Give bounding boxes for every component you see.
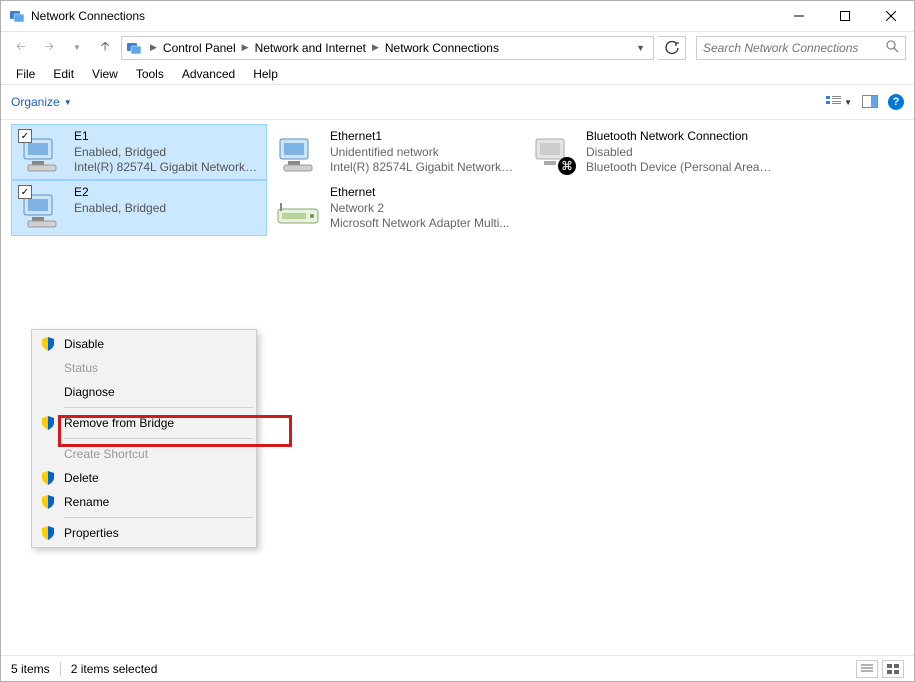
- menu-advanced[interactable]: Advanced: [173, 65, 244, 83]
- connection-tile-ethernet1[interactable]: Ethernet1 Unidentified network Intel(R) …: [267, 124, 523, 180]
- refresh-button[interactable]: [658, 36, 686, 60]
- connection-adapter: Intel(R) 82574L Gigabit Network C...: [330, 160, 516, 175]
- menu-file[interactable]: File: [7, 65, 44, 83]
- connection-list: ✓ E1 Enabled, Bridged Intel(R) 82574L Gi…: [1, 119, 914, 673]
- menu-edit[interactable]: Edit: [44, 65, 83, 83]
- breadcrumb-item[interactable]: Network and Internet: [253, 41, 368, 55]
- ctx-rename[interactable]: Rename: [34, 490, 254, 514]
- tiles-view-button[interactable]: [882, 660, 904, 678]
- nic-icon: [274, 129, 322, 177]
- ctx-disable[interactable]: Disable: [34, 332, 254, 356]
- separator: [64, 438, 253, 439]
- connection-status: Network 2: [330, 201, 509, 217]
- connection-name: Ethernet1: [330, 129, 516, 145]
- search-input[interactable]: [703, 41, 885, 55]
- menubar: File Edit View Tools Advanced Help: [1, 63, 914, 85]
- ctx-label: Remove from Bridge: [64, 416, 174, 430]
- ctx-label: Delete: [64, 471, 99, 485]
- connection-status: Enabled, Bridged: [74, 201, 166, 217]
- address-dropdown[interactable]: ▼: [632, 43, 649, 53]
- chevron-down-icon: ▼: [844, 98, 852, 107]
- view-options-button[interactable]: ▼: [826, 95, 852, 109]
- maximize-button[interactable]: [822, 1, 868, 31]
- ctx-remove-bridge[interactable]: Remove from Bridge: [34, 411, 254, 435]
- ctx-label: Rename: [64, 495, 109, 509]
- ctx-label: Status: [64, 361, 98, 375]
- selected-count: 2 items selected: [71, 662, 158, 676]
- ctx-diagnose[interactable]: Diagnose: [34, 380, 254, 404]
- menu-view[interactable]: View: [83, 65, 127, 83]
- menu-help[interactable]: Help: [244, 65, 287, 83]
- separator: [64, 407, 253, 408]
- toolbar: Organize ▼ ▼ ?: [1, 85, 914, 119]
- connection-adapter: Microsoft Network Adapter Multi...: [330, 216, 509, 231]
- shield-icon: [40, 494, 56, 510]
- preview-pane-button[interactable]: [862, 95, 878, 109]
- bluetooth-icon: ⌘: [558, 157, 576, 175]
- back-button[interactable]: 🡠: [9, 36, 33, 60]
- up-button[interactable]: 🡡: [93, 36, 117, 60]
- address-bar: 🡠 🡢 ▼ 🡡 ▶ Control Panel ▶ Network and In…: [1, 31, 914, 63]
- shield-icon: [40, 336, 56, 352]
- connection-name: Ethernet: [330, 185, 509, 201]
- ctx-properties[interactable]: Properties: [34, 521, 254, 545]
- statusbar: 5 items 2 items selected: [1, 655, 914, 681]
- close-button[interactable]: [868, 1, 914, 31]
- connection-name: E1: [74, 129, 260, 145]
- window-title: Network Connections: [31, 9, 145, 23]
- chevron-right-icon[interactable]: ▶: [238, 42, 253, 53]
- chevron-right-icon[interactable]: ▶: [146, 42, 161, 53]
- shield-icon: [40, 525, 56, 541]
- connection-name: E2: [74, 185, 166, 201]
- help-button[interactable]: ?: [888, 94, 904, 110]
- connection-tile-bluetooth[interactable]: ⌘ Bluetooth Network Connection Disabled …: [523, 124, 779, 180]
- search-icon[interactable]: [885, 39, 899, 56]
- ctx-label: Disable: [64, 337, 104, 351]
- menu-tools[interactable]: Tools: [127, 65, 173, 83]
- connection-status: Unidentified network: [330, 145, 516, 161]
- ctx-delete[interactable]: Delete: [34, 466, 254, 490]
- forward-button[interactable]: 🡢: [37, 36, 61, 60]
- titlebar: Network Connections: [1, 1, 914, 31]
- connection-tile-e1[interactable]: ✓ E1 Enabled, Bridged Intel(R) 82574L Gi…: [11, 124, 267, 180]
- checkbox-icon[interactable]: ✓: [18, 129, 32, 143]
- separator: [64, 517, 253, 518]
- connection-name: Bluetooth Network Connection: [586, 129, 772, 145]
- connection-tile-e2[interactable]: ✓ E2 Enabled, Bridged: [11, 180, 267, 236]
- chevron-down-icon: ▼: [64, 98, 72, 107]
- ctx-create-shortcut: Create Shortcut: [34, 442, 254, 466]
- connection-status: Enabled, Bridged: [74, 145, 260, 161]
- ctx-label: Properties: [64, 526, 119, 540]
- organize-label: Organize: [11, 95, 60, 109]
- connection-status: Disabled: [586, 145, 772, 161]
- shield-icon: [40, 470, 56, 486]
- connection-tile-ethernet[interactable]: Ethernet Network 2 Microsoft Network Ada…: [267, 180, 523, 236]
- search-box[interactable]: [696, 36, 906, 60]
- item-count: 5 items: [11, 662, 50, 676]
- ctx-label: Create Shortcut: [64, 447, 148, 461]
- separator: [60, 662, 61, 676]
- chevron-right-icon[interactable]: ▶: [368, 42, 383, 53]
- breadcrumb-item[interactable]: Network Connections: [383, 41, 501, 55]
- ctx-status: Status: [34, 356, 254, 380]
- minimize-button[interactable]: [776, 1, 822, 31]
- location-icon: [126, 40, 142, 56]
- details-view-button[interactable]: [856, 660, 878, 678]
- shield-icon: [40, 415, 56, 431]
- breadcrumb-item[interactable]: Control Panel: [161, 41, 238, 55]
- ctx-label: Diagnose: [64, 385, 115, 399]
- breadcrumb[interactable]: ▶ Control Panel ▶ Network and Internet ▶…: [121, 36, 654, 60]
- organize-button[interactable]: Organize ▼: [11, 95, 72, 109]
- app-icon: [9, 8, 25, 24]
- recent-dropdown[interactable]: ▼: [65, 36, 89, 60]
- checkbox-icon[interactable]: ✓: [18, 185, 32, 199]
- modem-icon: [274, 185, 322, 233]
- connection-adapter: Intel(R) 82574L Gigabit Network C...: [74, 160, 260, 175]
- context-menu: Disable Status Diagnose Remove from Brid…: [31, 329, 257, 548]
- connection-adapter: Bluetooth Device (Personal Area ...: [586, 160, 772, 175]
